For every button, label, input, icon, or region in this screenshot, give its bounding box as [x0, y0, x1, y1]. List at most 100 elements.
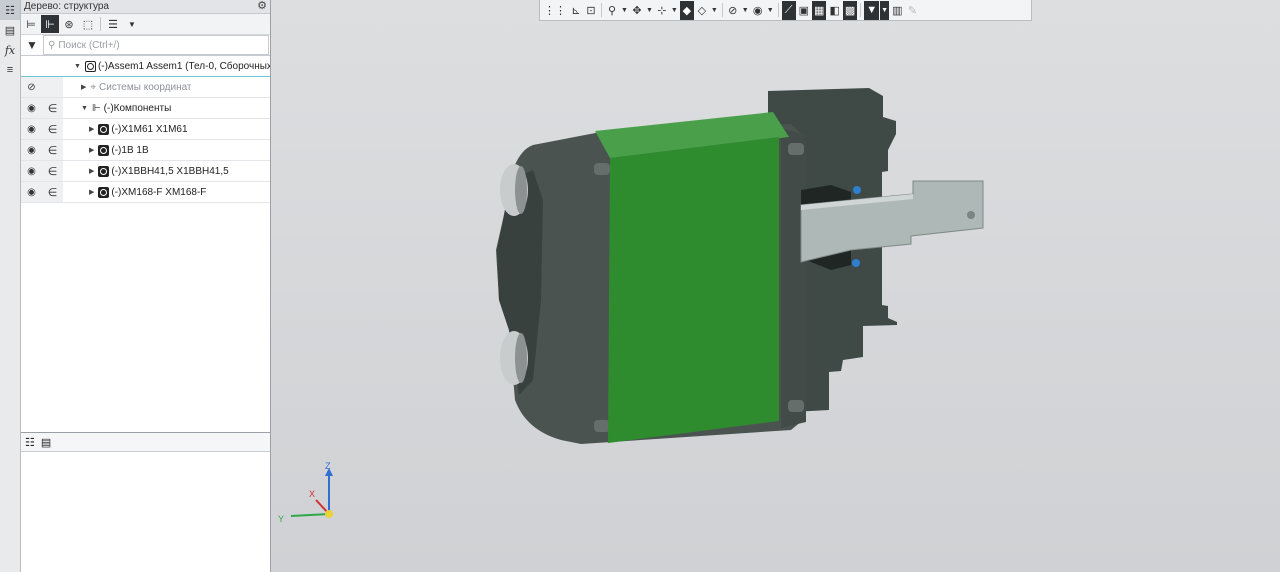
chevron-down-icon[interactable]: ▼ — [620, 1, 629, 20]
tree-row-label: (-)X1M61 X1M61 — [111, 123, 188, 135]
search-icon: ⚲ — [48, 39, 56, 51]
tree-row-label: (-)XM168-F XM168-F — [111, 186, 207, 198]
zoom-fit-icon[interactable]: ⊡ — [584, 1, 598, 20]
eye-icon[interactable]: ◉ — [21, 187, 42, 198]
grip-icon[interactable]: ⋮⋮ — [542, 1, 568, 20]
expand-arrow-icon[interactable]: ▶ — [81, 83, 86, 91]
chevron-down-icon[interactable]: ▼ — [123, 15, 141, 33]
row-gutter — [21, 56, 63, 76]
structure-tree: ▼ (-)Assem1 Assem1 (Тел-0, Сборочных е ⊘… — [21, 56, 270, 203]
axis-origin — [325, 510, 333, 518]
model-canvas: Z X Y — [278, 88, 984, 524]
panel-toolbar: ⊨ ⊩ ⊛ ⬚ ☰ ▼ — [21, 14, 270, 35]
tree-row-coordinate-systems[interactable]: ⊘ ▶ ⌖ Системы координат — [21, 77, 270, 98]
tree-row-component-x1m61[interactable]: ◉ ∈ ▶ (-)X1M61 X1M61 — [21, 119, 270, 140]
panel-title-bar: Дерево: структура ⚙ — [21, 0, 270, 14]
pencil-icon[interactable]: ✎ — [905, 1, 919, 20]
tree-row-label: (-)1B 1B — [111, 144, 149, 156]
gear-icon[interactable]: ⚙ — [257, 0, 267, 13]
select-frame-icon[interactable]: ⬚ — [79, 15, 97, 33]
tree-row-component-1b[interactable]: ◉ ∈ ▶ (-)1B 1B — [21, 140, 270, 161]
tree-icon[interactable]: ☷ — [0, 0, 20, 20]
boss-lower-shade — [515, 333, 527, 383]
panel-title: Дерево: структура — [24, 1, 109, 12]
pan-icon[interactable]: ✥ — [630, 1, 644, 20]
display-4-icon[interactable]: ▩ — [842, 0, 858, 20]
side-tool-strip: ☷ ▤ fx ≡ — [0, 0, 21, 572]
filter-icon[interactable]: ▼ — [864, 0, 880, 20]
chevron-down-icon[interactable]: ▼ — [670, 1, 679, 20]
chevron-down-icon[interactable]: ▼ — [880, 0, 890, 20]
tree-root-label: (-)Assem1 Assem1 (Тел-0, Сборочных е — [97, 60, 270, 72]
shaded-icon[interactable]: ◆ — [679, 0, 694, 20]
properties-icon[interactable]: ▤ — [0, 20, 20, 40]
boss-upper-shade — [515, 166, 527, 214]
expand-arrow-icon[interactable]: ▶ — [89, 125, 94, 133]
tree-tab-icon[interactable]: ☷ — [25, 436, 35, 449]
hide-icon[interactable]: ⊘ — [726, 1, 740, 20]
chevron-down-icon[interactable]: ▼ — [741, 1, 750, 20]
orient-icon[interactable]: ⊹ — [655, 1, 669, 20]
toolbar-separator — [601, 3, 602, 17]
local-cs-icon[interactable]: ⊾ — [569, 1, 583, 20]
axis-z-label: Z — [325, 461, 331, 471]
view-icon[interactable]: ◉ — [751, 1, 765, 20]
eye-icon[interactable]: ◉ — [21, 103, 42, 114]
part-icon — [98, 186, 110, 198]
wireframe-icon[interactable]: ◇ — [695, 1, 709, 20]
row-content: ◉ ∈ ▶ (-)X1BBH41,5 X1BBH41,5 — [21, 161, 229, 181]
expand-arrow-icon[interactable]: ▶ — [89, 188, 94, 196]
spring-top — [853, 186, 861, 194]
properties-tab-icon[interactable]: ▤ — [41, 436, 51, 449]
chevron-down-icon[interactable]: ▼ — [766, 1, 775, 20]
element-of-icon[interactable]: ∈ — [42, 123, 63, 136]
chevron-down-icon[interactable]: ▼ — [710, 1, 719, 20]
expand-arrow-icon[interactable]: ▶ — [89, 167, 94, 175]
tree-structure-icon[interactable]: ⊨ — [22, 15, 40, 33]
tree-row-label: Системы координат — [99, 81, 192, 93]
tree-build-icon[interactable]: ⊩ — [41, 15, 59, 33]
tree-row-component-xm168f[interactable]: ◉ ∈ ▶ (-)XM168-F XM168-F — [21, 182, 270, 203]
part-icon — [98, 165, 110, 177]
3d-viewport[interactable]: Z X Y — [271, 0, 1280, 572]
element-of-icon[interactable]: ∈ — [42, 186, 63, 199]
spring-bottom — [852, 259, 860, 267]
eye-icon[interactable]: ◉ — [21, 166, 42, 177]
eye-hidden-icon[interactable]: ⊘ — [21, 82, 42, 93]
plate-hole — [967, 211, 975, 219]
expand-arrow-icon[interactable]: ▼ — [74, 63, 81, 70]
element-of-icon[interactable]: ∈ — [42, 165, 63, 178]
tree-row-root[interactable]: ▼ (-)Assem1 Assem1 (Тел-0, Сборочных е — [21, 56, 270, 77]
tree-row-label: (-)X1BBH41,5 X1BBH41,5 — [111, 165, 229, 177]
tree-panel: Дерево: структура ⚙ ⊨ ⊩ ⊛ ⬚ ☰ ▼ ▼ ⚲ Поис… — [21, 0, 271, 572]
eye-icon[interactable]: ◉ — [21, 124, 42, 135]
section-icon[interactable]: ⟋ — [781, 0, 796, 20]
fx-label: fx — [4, 43, 16, 57]
settings-icon[interactable]: ▥ — [890, 1, 904, 20]
expand-arrow-icon[interactable]: ▼ — [81, 105, 88, 112]
row-content: ◉ ∈ ▶ (-)XM168-F XM168-F — [21, 182, 206, 202]
filter-view-icon[interactable]: ⊛ — [60, 15, 78, 33]
display-3-icon[interactable]: ◧ — [827, 1, 841, 20]
pin-bottom-left — [594, 420, 610, 432]
expand-arrow-icon[interactable]: ▶ — [89, 146, 94, 154]
zoom-icon[interactable]: ⚲ — [605, 1, 619, 20]
eye-icon[interactable]: ◉ — [21, 145, 42, 156]
tree-row-component-x1bbh41[interactable]: ◉ ∈ ▶ (-)X1BBH41,5 X1BBH41,5 — [21, 161, 270, 182]
search-placeholder: Поиск (Ctrl+/) — [58, 39, 120, 51]
display-1-icon[interactable]: ▣ — [797, 1, 811, 20]
list-options-icon[interactable]: ☰ — [104, 15, 122, 33]
element-of-icon[interactable]: ∈ — [42, 102, 63, 115]
filter-icon[interactable]: ▼ — [21, 38, 43, 52]
element-of-icon[interactable]: ∈ — [42, 144, 63, 157]
tree-row-components[interactable]: ◉ ∈ ▼ ⊩ (-)Компоненты — [21, 98, 270, 119]
search-input[interactable]: ⚲ Поиск (Ctrl+/) — [43, 35, 269, 55]
fx-icon[interactable]: fx — [0, 40, 20, 60]
chevron-down-icon[interactable]: ▼ — [645, 1, 654, 20]
components-icon: ⊩ — [91, 102, 101, 114]
display-2-icon[interactable]: ▦ — [812, 0, 827, 20]
layers-icon[interactable]: ≡ — [0, 60, 20, 80]
axis-x-label: X — [309, 489, 315, 499]
green-band-front — [608, 137, 779, 443]
toolbar-separator — [100, 17, 101, 31]
